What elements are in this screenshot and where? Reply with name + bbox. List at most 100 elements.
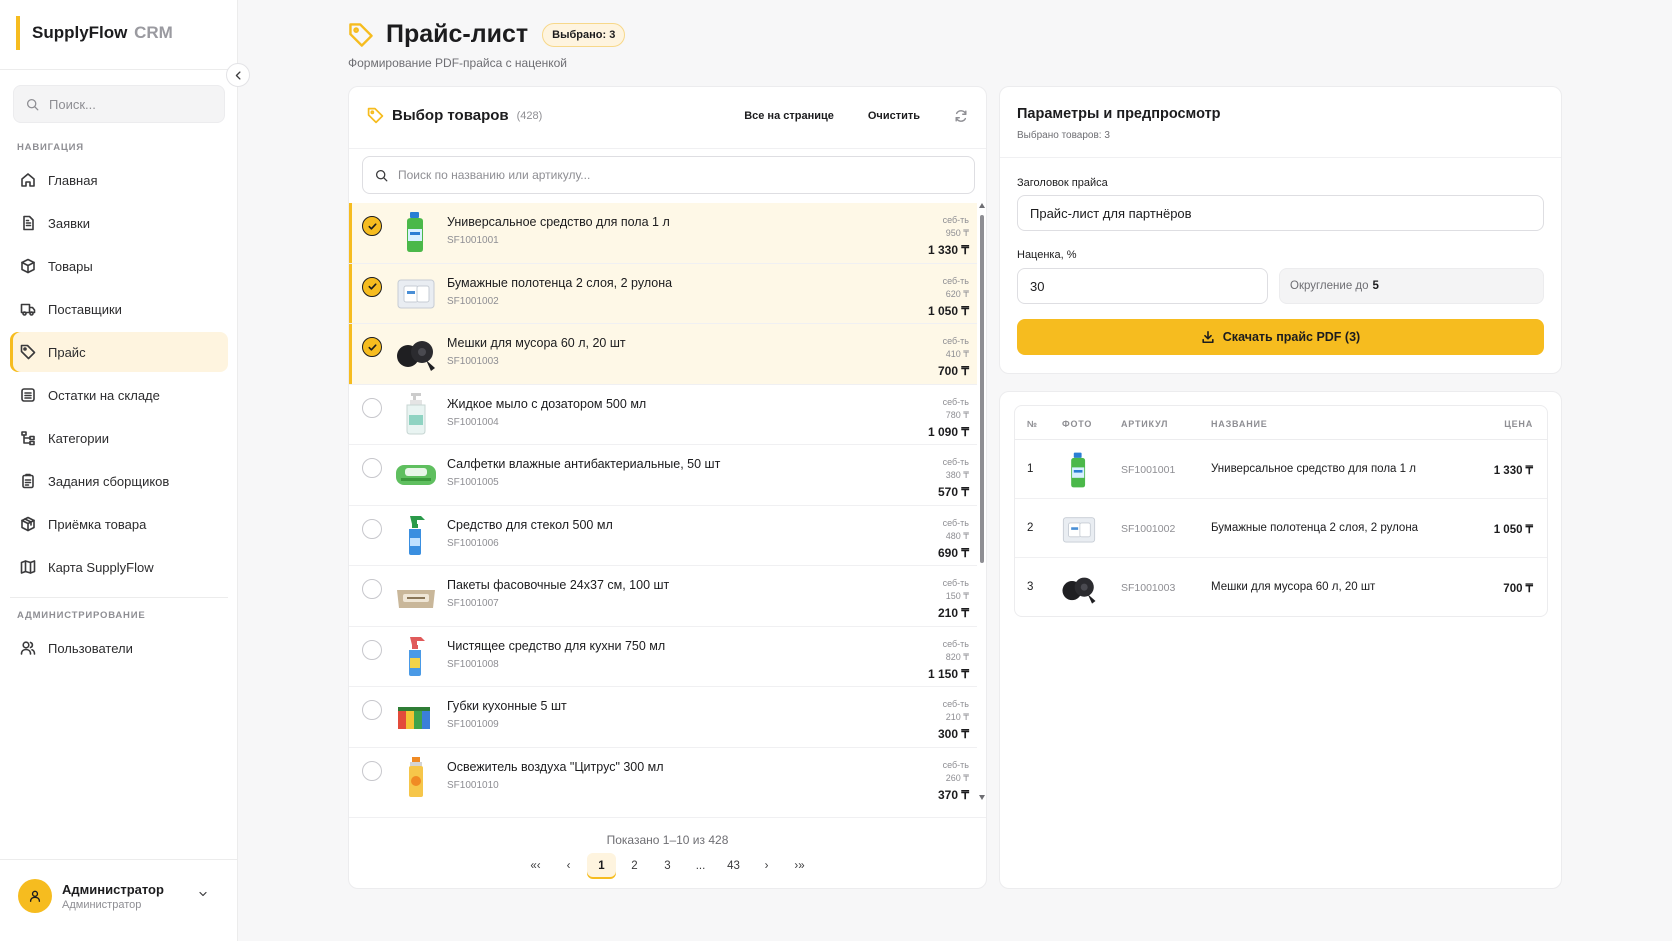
markup-value: 30 [1030, 278, 1045, 294]
page-button-43[interactable]: 43 [719, 853, 748, 879]
scroll-down-arrow[interactable] [979, 795, 985, 800]
row-photo [1059, 450, 1099, 490]
price-heading-value: Прайс-лист для партнёров [1030, 205, 1192, 221]
markup-input[interactable]: 30 [1017, 268, 1268, 304]
download-pdf-button[interactable]: Скачать прайс PDF (3) [1017, 319, 1544, 355]
product-photo [393, 451, 439, 497]
scroll-thumb[interactable] [980, 215, 984, 563]
product-sku: SF1001001 [447, 235, 499, 246]
product-name: Губки кухонные 5 шт [447, 699, 567, 713]
cost-label: себ-ть [942, 396, 969, 407]
product-checkbox[interactable] [362, 276, 382, 297]
product-row[interactable]: Чистящее средство для кухни 750 мл SF1001… [349, 627, 977, 687]
sidebar-item-stock[interactable]: Остатки на складе [10, 375, 228, 415]
sidebar-item-label: Главная [48, 172, 98, 188]
product-photo [393, 633, 439, 679]
product-row[interactable]: Губки кухонные 5 шт SF1001009 себ-ть 210 ₸ 3… [349, 687, 977, 748]
page-title: Прайс-лист [386, 20, 529, 48]
row-photo [1059, 509, 1099, 549]
product-row[interactable]: Освежитель воздуха "Цитрус" 300 мл SF1001… [349, 748, 977, 804]
download-icon [1202, 330, 1214, 344]
document-icon [23, 215, 34, 231]
product-row[interactable]: Универсальное средство для пола 1 л SF100… [349, 203, 977, 264]
params-panel: Параметры и предпросмотр Выбрано товаров… [999, 86, 1562, 374]
column-number: № [1027, 419, 1038, 429]
product-cost: себ-ть 260 ₸ [943, 759, 969, 785]
sidebar-item-products[interactable]: Товары [10, 246, 228, 286]
clipboard-icon [22, 473, 34, 489]
page-button-2[interactable]: 2 [620, 853, 649, 879]
prev-page-button[interactable]: ‹ [554, 853, 583, 879]
product-sku: SF1001004 [447, 416, 499, 428]
sidebar-item-map[interactable]: Карта SupplyFlow [10, 547, 228, 587]
product-search-input[interactable]: Поиск по названию или артикулу... [362, 156, 975, 194]
product-checkbox[interactable] [362, 216, 382, 236]
product-checkbox[interactable] [362, 337, 382, 357]
column-name: НАЗВАНИЕ [1211, 419, 1268, 429]
product-price: 370 ₸ [938, 787, 969, 802]
cost-value: 150 ₸ [945, 591, 969, 601]
product-row[interactable]: Жидкое мыло с дозатором 500 мл SF1001004 с… [349, 385, 977, 445]
chevron-left-icon [235, 70, 241, 80]
product-checkbox[interactable] [362, 639, 382, 660]
product-name: Салфетки влажные антибактериальные, 50 ш… [447, 457, 721, 471]
product-name: Пакеты фасовочные 24x37 см, 100 шт [447, 578, 670, 592]
product-selection-panel: Выбор товаров (428) Все на странице Очис… [348, 86, 987, 889]
next-page-button[interactable]: › [752, 853, 781, 879]
nav-section-label: НАВИГАЦИЯ [17, 142, 84, 153]
sidebar-item-price[interactable]: Прайс [10, 332, 228, 372]
sidebar-item-requests[interactable]: Заявки [10, 203, 228, 243]
product-checkbox[interactable] [362, 700, 382, 720]
sidebar-search-input[interactable]: Поиск... [13, 85, 225, 123]
product-checkbox[interactable] [362, 518, 382, 539]
preview-table: № ФОТО АРТИКУЛ НАЗВАНИЕ ЦЕНА 1 SF1001001 У… [1014, 405, 1548, 617]
sidebar-item-suppliers[interactable]: Поставщики [10, 289, 228, 329]
cost-label: себ-ть [942, 336, 969, 346]
preview-row: 3 SF1001003 Мешки для мусора 60 л, 20 шт 70… [1015, 558, 1547, 617]
product-checkbox[interactable] [362, 760, 382, 781]
product-row[interactable]: Пакеты фасовочные 24x37 см, 100 шт SF1001… [349, 566, 977, 627]
collapse-sidebar-button[interactable] [226, 63, 250, 87]
cost-label: себ-ть [942, 517, 969, 528]
scroll-up-arrow[interactable] [979, 203, 985, 208]
list-scrollbar[interactable] [978, 203, 986, 803]
params-divider [1000, 157, 1561, 158]
product-price: 210 ₸ [938, 606, 969, 620]
page-button-1[interactable]: 1 [587, 853, 616, 879]
sidebar-item-home[interactable]: Главная [10, 160, 228, 200]
sidebar-item-users[interactable]: Пользователи [10, 628, 228, 668]
product-row[interactable]: Средство для стекол 500 мл SF1001006 себ-т… [349, 506, 977, 566]
rounding-label: Округление до [1290, 280, 1369, 292]
product-row[interactable]: Салфетки влажные антибактериальные, 50 ш… [349, 445, 977, 506]
truck-icon [20, 303, 36, 316]
product-cost: себ-ть 620 ₸ [943, 275, 969, 301]
price-heading-input[interactable]: Прайс-лист для партнёров [1017, 195, 1544, 231]
sidebar-item-picker-tasks[interactable]: Задания сборщиков [10, 461, 228, 501]
sidebar-item-categories[interactable]: Категории [10, 418, 228, 458]
product-cost: себ-ть 950 ₸ [943, 214, 969, 240]
product-checkbox[interactable] [362, 397, 382, 418]
app-logo[interactable]: SupplyFlow CRM [16, 16, 173, 50]
sidebar-item-label: Прайс [48, 344, 86, 360]
sidebar-divider [10, 597, 228, 598]
chevron-down-icon[interactable] [197, 888, 209, 900]
page-button-3[interactable]: 3 [653, 853, 682, 879]
refresh-icon[interactable] [954, 109, 968, 123]
last-page-button[interactable]: ›» [785, 853, 814, 879]
row-name: Бумажные полотенца 2 слоя, 2 рулона [1211, 522, 1419, 534]
row-sku: SF1001002 [1121, 523, 1176, 535]
product-checkbox[interactable] [362, 579, 382, 599]
user-menu[interactable]: Администратор Администратор [18, 876, 223, 916]
product-row[interactable]: Мешки для мусора 60 л, 20 шт SF1001003 себ… [349, 324, 977, 385]
panel-title: Выбор товаров [392, 107, 509, 124]
select-all-on-page-button[interactable]: Все на странице [744, 110, 834, 122]
product-price: 700 ₸ [938, 364, 969, 378]
first-page-button[interactable]: «‹ [521, 853, 550, 879]
sidebar: SupplyFlow CRM Поиск... НАВИГАЦИЯ Главна… [0, 0, 238, 941]
avatar [18, 879, 52, 913]
clear-selection-button[interactable]: Очистить [868, 110, 920, 122]
sidebar-divider [0, 69, 238, 70]
product-row[interactable]: Бумажные полотенца 2 слоя, 2 рулона SF100… [349, 263, 977, 324]
sidebar-item-receiving[interactable]: Приёмка товара [10, 504, 228, 544]
product-checkbox[interactable] [362, 458, 382, 478]
